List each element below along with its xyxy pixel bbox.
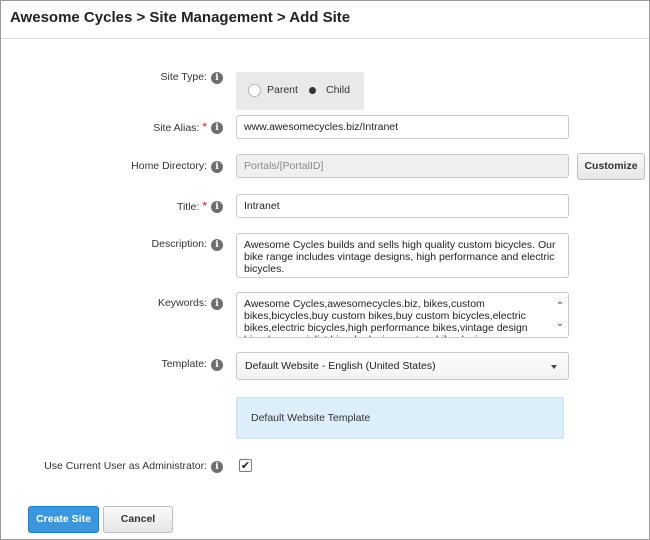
site-type-label: Site Type: [160, 71, 207, 83]
create-site-button[interactable]: Create Site [28, 506, 99, 533]
template-label: Template: [161, 358, 207, 370]
site-type-info-icon[interactable]: i [211, 72, 223, 84]
use-current-user-info-icon[interactable]: i [211, 461, 223, 473]
customize-button[interactable]: Customize [577, 153, 645, 180]
keywords-label: Keywords: [157, 297, 207, 309]
site-alias-info-icon[interactable]: i [211, 122, 223, 134]
keywords-info-icon[interactable]: i [211, 298, 223, 310]
required-marker: * [202, 120, 207, 134]
home-directory-input: Portals/[PortalID] [236, 154, 569, 178]
site-alias-input[interactable]: www.awesomecycles.biz/Intranet [236, 115, 569, 139]
child-radio[interactable] [306, 84, 319, 97]
description-info-icon[interactable]: i [211, 239, 223, 251]
title-info-icon[interactable]: i [211, 201, 223, 213]
use-current-user-checkbox[interactable]: ✔ [239, 459, 252, 472]
site-alias-label: Site Alias: * [153, 120, 207, 134]
cancel-button[interactable]: Cancel [103, 506, 173, 533]
template-info-icon[interactable]: i [211, 359, 223, 371]
keywords-text: Awesome Cycles,awesomecycles.biz, bikes,… [244, 298, 528, 337]
template-info-panel: Default Website Template [236, 397, 564, 439]
home-directory-label: Home Directory: [131, 160, 207, 172]
description-textarea[interactable]: Awesome Cycles builds and sells high qua… [236, 233, 569, 278]
scroll-up-icon[interactable]: ⌃ [555, 302, 565, 312]
required-marker: * [202, 199, 207, 213]
title-label: Title: * [176, 199, 207, 213]
use-current-user-label: Use Current User as Administrator: [44, 460, 207, 472]
page-title: Awesome Cycles > Site Management > Add S… [10, 9, 351, 26]
template-selected-value: Default Website - English (United States… [245, 360, 436, 372]
keywords-textarea[interactable]: Awesome Cycles,awesomecycles.biz, bikes,… [236, 292, 569, 338]
page-header: Awesome Cycles > Site Management > Add S… [1, 1, 649, 39]
home-directory-info-icon[interactable]: i [211, 161, 223, 173]
description-label: Description: [151, 238, 207, 250]
child-radio-label[interactable]: Child [326, 84, 350, 96]
chevron-down-icon [551, 365, 557, 369]
parent-radio-label[interactable]: Parent [267, 84, 298, 96]
template-select[interactable]: Default Website - English (United States… [236, 352, 569, 380]
scroll-down-icon[interactable]: ⌄ [555, 319, 565, 329]
add-site-window: Awesome Cycles > Site Management > Add S… [0, 0, 650, 540]
title-input[interactable]: Intranet [236, 194, 569, 218]
site-type-radio-group: Parent Child [236, 72, 364, 110]
parent-radio[interactable] [248, 84, 261, 97]
